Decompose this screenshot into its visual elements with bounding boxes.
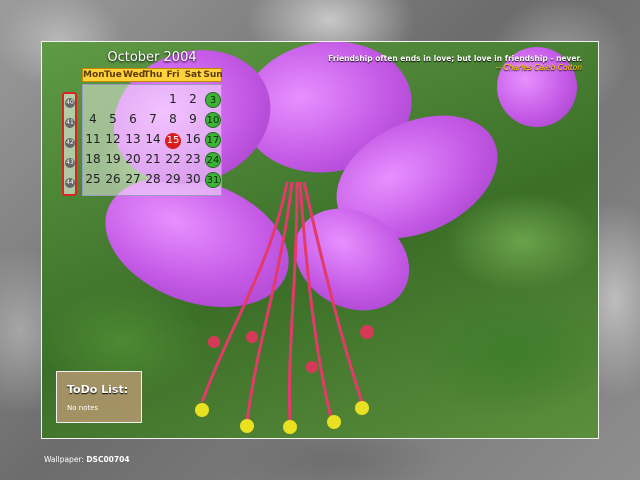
weekday-label: Thu [143,70,163,80]
week-number: 43 [65,158,75,168]
sunday-marker: 3 [205,92,221,108]
calendar-day[interactable]: 19 [103,149,123,169]
week-number: 40 [65,98,75,108]
week-number: 42 [65,138,75,148]
calendar-day[interactable]: 8 [163,109,183,129]
weekday-label: Sat [184,70,202,80]
weekday-label: Mon [83,70,105,80]
week-number: 44 [65,178,75,188]
calendar-day[interactable]: 30 [183,169,203,189]
calendar-day[interactable]: 5 [103,109,123,129]
calendar-day-today[interactable]: 15 [163,129,183,149]
quote-widget: Friendship often ends in love; but love … [282,54,582,72]
wallpaper-caption: Wallpaper: DSC00704 [44,455,130,464]
calendar-day[interactable]: 2 [183,89,203,109]
calendar-day[interactable]: 21 [143,149,163,169]
calendar-day[interactable]: 23 [183,149,203,169]
calendar-day-sunday[interactable]: 10 [203,109,223,129]
todo-title: ToDo List: [67,383,129,396]
calendar-month-title: October 2004 [107,50,197,65]
calendar-widget: October 2004 Mon Tue Wed Thu Fri Sat Sun… [62,48,224,198]
calendar-day[interactable]: 27 [123,169,143,189]
weekday-label: Tue [104,70,122,80]
calendar-day[interactable]: 12 [103,129,123,149]
wallpaper-filename: DSC00704 [86,455,130,464]
todo-notes: No notes [67,404,99,412]
calendar-day[interactable]: 26 [103,169,123,189]
calendar-day[interactable]: 16 [183,129,203,149]
calendar-day[interactable]: 25 [83,169,103,189]
quote-author: -- Charles Caleb Colton [495,63,582,72]
calendar-day-sunday[interactable]: 31 [203,169,223,189]
calendar-day[interactable]: 20 [123,149,143,169]
calendar-day[interactable]: 13 [123,129,143,149]
wallpaper-label: Wallpaper: [44,455,84,464]
calendar-day-grid: 1 2 3 4 5 6 7 8 9 10 11 12 13 14 15 16 1… [82,84,222,196]
calendar-day[interactable]: 29 [163,169,183,189]
sunday-marker: 24 [205,152,221,168]
calendar-day[interactable]: 11 [83,129,103,149]
sunday-marker: 31 [205,172,221,188]
quote-text: Friendship often ends in love; but love … [328,54,582,63]
sunday-marker: 17 [205,132,221,148]
week-number-column: 40 41 42 43 44 [62,92,77,196]
week-number: 41 [65,118,75,128]
weekday-label: Wed [123,70,146,80]
calendar-day[interactable]: 4 [83,109,103,129]
calendar-day[interactable]: 6 [123,109,143,129]
todo-widget[interactable]: ToDo List: No notes [56,371,142,423]
today-marker: 15 [165,133,181,149]
weekday-label: Fri [166,70,180,80]
calendar-day[interactable]: 28 [143,169,163,189]
calendar-weekday-header: Mon Tue Wed Thu Fri Sat Sun [82,68,223,82]
calendar-day-sunday[interactable]: 17 [203,129,223,149]
calendar-day[interactable]: 14 [143,129,163,149]
calendar-day[interactable]: 18 [83,149,103,169]
calendar-day[interactable]: 7 [143,109,163,129]
calendar-day[interactable]: 9 [183,109,203,129]
weekday-label: Sun [203,70,223,80]
sunday-marker: 10 [205,112,221,128]
calendar-day-sunday[interactable]: 3 [203,89,223,109]
calendar-day[interactable]: 22 [163,149,183,169]
calendar-day[interactable]: 1 [163,89,183,109]
calendar-day-sunday[interactable]: 24 [203,149,223,169]
